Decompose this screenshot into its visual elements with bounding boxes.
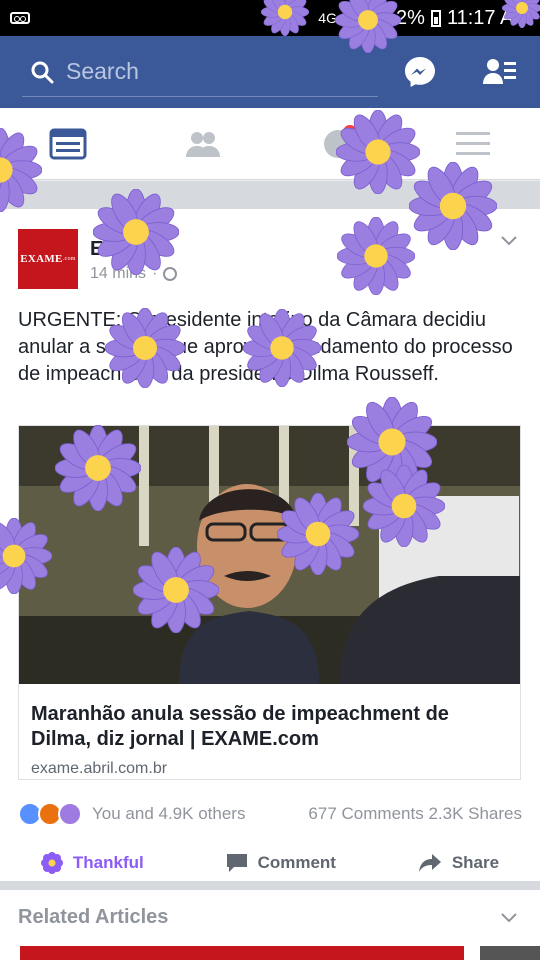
tab-news-feed[interactable]: [41, 117, 95, 171]
flower-sticker-icon: [336, 216, 416, 296]
flower-sticker-icon: [0, 517, 53, 595]
flower-sticker-icon: [54, 424, 142, 512]
page-avatar[interactable]: EXAME .com: [18, 229, 78, 289]
link-domain: exame.abril.com.br: [31, 760, 168, 777]
related-article-thumbnail[interactable]: [20, 946, 464, 960]
flower-sticker-icon: [408, 161, 498, 251]
flower-sticker-icon: [276, 492, 360, 576]
search-bar[interactable]: [22, 47, 378, 97]
thankful-reaction-icon: [58, 802, 82, 826]
flower-sticker-icon: [335, 109, 421, 195]
friend-requests-icon[interactable]: [482, 54, 518, 90]
link-title: Maranhão anula sessão de impeachment de …: [31, 703, 449, 750]
logo-text: EXAME: [20, 253, 63, 265]
flower-sticker-icon: [260, 0, 310, 37]
friends-icon: [185, 131, 220, 157]
post-actions: Thankful Comment Share: [0, 843, 540, 883]
logo-suffix: .com: [62, 256, 76, 262]
tab-friends[interactable]: [176, 117, 230, 171]
comment-label: Comment: [257, 853, 336, 872]
flower-sticker-icon: [334, 0, 402, 54]
flower-sticker-icon: [132, 546, 220, 634]
news-feed-icon: [49, 128, 86, 159]
engagement-counts: 677 Comments 2.3K Shares: [308, 804, 522, 824]
related-articles-title: Related Articles: [18, 906, 169, 928]
related-divider: [0, 881, 540, 890]
top-bar: [0, 36, 540, 108]
share-count[interactable]: 2.3K Shares: [428, 804, 522, 823]
flower-icon: [40, 852, 63, 874]
flower-sticker-icon: [0, 127, 43, 213]
comment-count[interactable]: 677 Comments: [308, 804, 423, 823]
comment-button[interactable]: Comment: [226, 853, 336, 873]
comment-icon: [226, 854, 247, 872]
voicemail-icon: [10, 12, 30, 24]
reaction-count: You and 4.9K others: [92, 804, 246, 823]
flower-sticker-icon: [362, 464, 446, 548]
flower-sticker-icon: [501, 0, 540, 29]
search-input[interactable]: [66, 58, 336, 85]
related-article-thumbnail[interactable]: [480, 946, 540, 960]
flower-sticker-icon: [104, 307, 186, 389]
flower-sticker-icon: [242, 308, 322, 388]
related-articles: Related Articles: [0, 890, 540, 960]
reactions-summary[interactable]: You and 4.9K others 677 Comments 2.3K Sh…: [18, 799, 522, 829]
chevron-down-icon[interactable]: [500, 231, 518, 249]
share-label: Share: [451, 853, 500, 872]
menu-icon: [455, 131, 490, 155]
thankful-button[interactable]: Thankful: [40, 852, 144, 874]
battery-icon: [430, 9, 441, 27]
thankful-label: Thankful: [72, 853, 144, 872]
reaction-icons: [18, 802, 82, 826]
search-icon: [31, 61, 54, 83]
messenger-icon[interactable]: [402, 54, 438, 90]
share-button[interactable]: Share: [418, 853, 499, 873]
flower-sticker-icon: [92, 188, 180, 276]
facebook-app-screen: 4G ▂▄▆ 52% 11:17 AM: [0, 0, 540, 960]
chevron-down-icon[interactable]: [500, 908, 518, 926]
share-icon: [418, 854, 441, 872]
